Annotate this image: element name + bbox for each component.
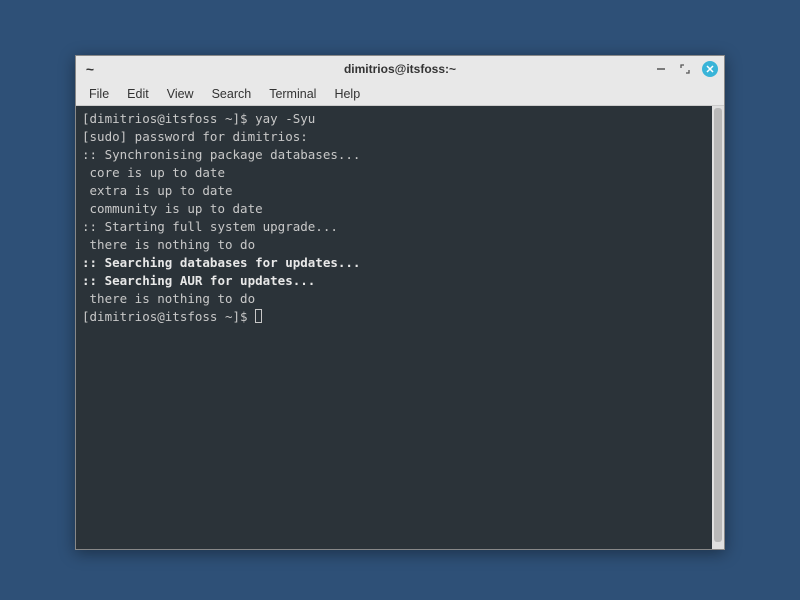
scrollbar-thumb[interactable]	[714, 108, 722, 542]
menubar: File Edit View Search Terminal Help	[76, 82, 724, 106]
minimize-button[interactable]	[654, 62, 668, 76]
terminal-area[interactable]: [dimitrios@itsfoss ~]$ yay -Syu[sudo] pa…	[76, 106, 724, 549]
close-button[interactable]	[702, 61, 718, 77]
terminal-line: :: Searching AUR for updates...	[82, 272, 706, 290]
menu-edit[interactable]: Edit	[118, 84, 158, 104]
terminal-window: ~ dimitrios@itsfoss:~ File Edit View Sea…	[75, 55, 725, 550]
terminal-line: [sudo] password for dimitrios:	[82, 128, 706, 146]
terminal-line: core is up to date	[82, 164, 706, 182]
menu-terminal[interactable]: Terminal	[260, 84, 325, 104]
menu-file[interactable]: File	[80, 84, 118, 104]
terminal-prompt: [dimitrios@itsfoss ~]$	[82, 309, 255, 324]
maximize-button[interactable]	[678, 62, 692, 76]
terminal-line: :: Searching databases for updates...	[82, 254, 706, 272]
terminal-output[interactable]: [dimitrios@itsfoss ~]$ yay -Syu[sudo] pa…	[76, 106, 712, 549]
menu-search[interactable]: Search	[203, 84, 261, 104]
titlebar[interactable]: ~ dimitrios@itsfoss:~	[76, 56, 724, 82]
app-menu-icon[interactable]: ~	[82, 61, 98, 77]
window-controls	[654, 61, 718, 77]
terminal-cursor	[255, 309, 262, 323]
terminal-line: there is nothing to do	[82, 290, 706, 308]
terminal-line: :: Synchronising package databases...	[82, 146, 706, 164]
terminal-line: extra is up to date	[82, 182, 706, 200]
terminal-line: there is nothing to do	[82, 236, 706, 254]
window-title: dimitrios@itsfoss:~	[76, 62, 724, 76]
scrollbar[interactable]	[712, 106, 724, 549]
terminal-line: :: Starting full system upgrade...	[82, 218, 706, 236]
terminal-prompt-line: [dimitrios@itsfoss ~]$	[82, 308, 706, 326]
terminal-line: [dimitrios@itsfoss ~]$ yay -Syu	[82, 110, 706, 128]
menu-help[interactable]: Help	[325, 84, 369, 104]
menu-view[interactable]: View	[158, 84, 203, 104]
terminal-line: community is up to date	[82, 200, 706, 218]
